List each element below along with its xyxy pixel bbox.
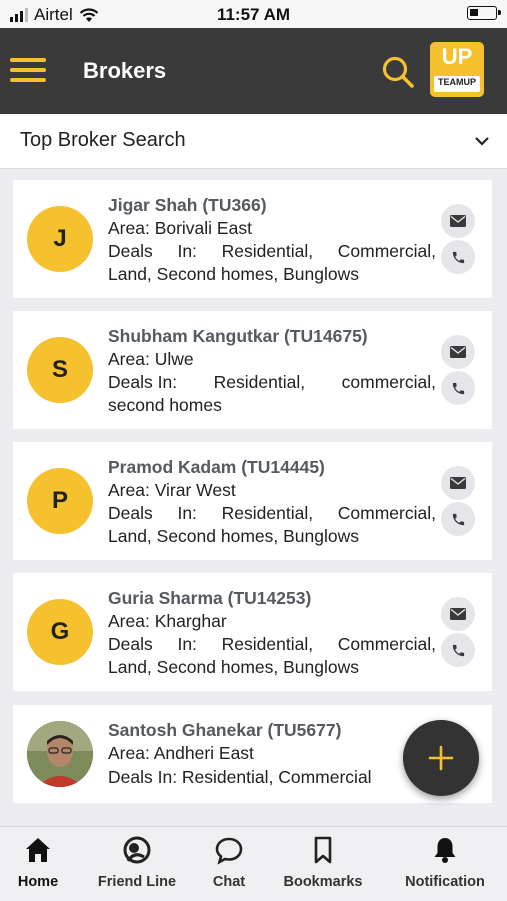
clock: 11:57 AM	[216, 5, 291, 24]
logo-wordmark: TEAMUP​	[434, 76, 480, 92]
broker-name[interactable]: Jigar Shah (TU366)	[108, 195, 267, 216]
nav-label: Home	[17, 874, 59, 890]
broker-deals: Deals In: Residential, Commercial	[108, 767, 372, 787]
nav-home[interactable]: Home	[8, 835, 68, 890]
call-button[interactable]	[441, 502, 475, 536]
battery-icon	[467, 6, 501, 20]
nav-chat[interactable]: Chat	[204, 835, 254, 890]
nav-label: Friend Line	[97, 874, 177, 890]
avatar: P	[27, 468, 93, 534]
broker-name[interactable]: Guria Sharma (TU14253)	[108, 588, 311, 609]
nav-label: Bookmarks	[283, 874, 363, 890]
broker-area: Area: Kharghar	[108, 611, 227, 631]
broker-card[interactable]: P Pramod Kadam (TU14445) Area: Virar Wes…	[13, 442, 492, 560]
broker-area: Area: Ulwe	[108, 349, 194, 369]
menu-icon[interactable]	[10, 58, 46, 84]
broker-area: Area: Borivali East	[108, 218, 252, 238]
broker-area: Area: Virar West	[108, 480, 236, 500]
broker-name[interactable]: Shubham Kangutkar (TU14675)	[108, 326, 368, 347]
call-button[interactable]	[441, 633, 475, 667]
dropdown-selected-value: Top Broker Search	[20, 129, 186, 151]
chat-icon	[215, 837, 243, 865]
broker-deals: Deals In: Residential, Commercial,	[108, 503, 436, 523]
call-button[interactable]	[441, 371, 475, 405]
broker-deals: Deals In: Residential, Commercial,	[108, 634, 436, 654]
status-bar: Airtel 11:57 AM	[0, 0, 507, 28]
app-bar: Brokers UP TEAMUP​	[0, 28, 507, 114]
search-icon[interactable]	[380, 54, 416, 90]
phone-icon	[452, 513, 464, 525]
mail-icon	[450, 608, 466, 620]
broker-deals-cont: Land, Second homes, Bunglows	[108, 264, 359, 284]
broker-deals: Deals In: Residential, commercial,	[108, 372, 436, 392]
email-button[interactable]	[441, 335, 475, 369]
broker-deals-cont: Land, Second homes, Bunglows	[108, 657, 359, 677]
teamup-logo: UP TEAMUP​	[430, 42, 484, 97]
mail-icon	[450, 215, 466, 227]
avatar	[27, 721, 93, 787]
nav-notification[interactable]: Notification	[398, 835, 492, 890]
broker-card[interactable]: S Shubham Kangutkar (TU14675) Area: Ulwe…	[13, 311, 492, 429]
email-button[interactable]	[441, 597, 475, 631]
mail-icon	[450, 477, 466, 489]
bottom-nav: Home Friend Line Chat Bookmarks Notifica…	[0, 826, 507, 901]
avatar: S	[27, 337, 93, 403]
nav-friend-line[interactable]: Friend Line	[92, 835, 182, 890]
call-button[interactable]	[441, 240, 475, 274]
avatar: G	[27, 599, 93, 665]
nav-label: Notification	[405, 874, 485, 890]
phone-icon	[452, 382, 464, 394]
mail-icon	[450, 346, 466, 358]
friend-line-icon	[123, 836, 151, 864]
profile-photo	[27, 721, 93, 787]
logo-mark: UP	[441, 44, 473, 69]
nav-label: Chat	[212, 874, 246, 890]
broker-area: Area: Andheri East	[108, 743, 254, 763]
broker-filter-dropdown[interactable]: Top Broker Search	[0, 114, 507, 169]
bell-icon	[434, 838, 456, 863]
home-icon	[26, 838, 50, 862]
chevron-down-icon	[475, 137, 489, 146]
email-button[interactable]	[441, 204, 475, 238]
phone-icon	[452, 251, 464, 263]
broker-card[interactable]: G Guria Sharma (TU14253) Area: Kharghar …	[13, 573, 492, 691]
avatar: J	[27, 206, 93, 272]
broker-deals: Deals In: Residential, Commercial,	[108, 241, 436, 261]
broker-name[interactable]: Pramod Kadam (TU14445)	[108, 457, 325, 478]
page-title: Brokers	[83, 58, 167, 83]
broker-name[interactable]: Santosh Ghanekar (TU5677)	[108, 720, 341, 741]
phone-icon	[452, 644, 464, 656]
nav-bookmarks[interactable]: Bookmarks	[278, 835, 368, 890]
plus-icon	[428, 745, 454, 771]
email-button[interactable]	[441, 466, 475, 500]
broker-deals-cont: Land, Second homes, Bunglows	[108, 526, 359, 546]
add-broker-button[interactable]	[403, 720, 479, 796]
bookmark-icon	[314, 836, 332, 864]
broker-deals-cont: second homes	[108, 395, 222, 415]
broker-card[interactable]: J Jigar Shah (TU366) Area: Borivali East…	[13, 180, 492, 298]
